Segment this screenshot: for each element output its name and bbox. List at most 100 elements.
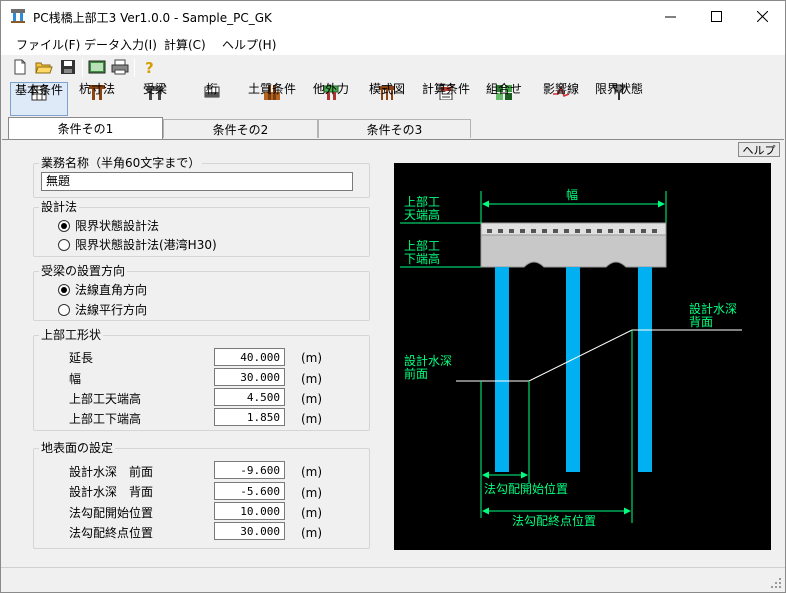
tool-label: 限界状態 bbox=[594, 82, 643, 96]
radio-limit-state[interactable]: 限界状態設計法 bbox=[58, 217, 159, 234]
diagram-back-label-2: 背面 bbox=[689, 315, 714, 329]
unit-label: (m) bbox=[301, 506, 323, 520]
length-input[interactable]: 40.000 bbox=[214, 348, 285, 366]
label-depth-front: 設計水深 前面 bbox=[69, 465, 154, 479]
save-icon[interactable] bbox=[59, 58, 77, 76]
help-button[interactable]: ヘルプ bbox=[738, 142, 780, 157]
tool-schematic[interactable]: 模式図 bbox=[365, 82, 409, 116]
tool-pile-size[interactable]: 杭寸法 bbox=[75, 82, 119, 116]
pile-middle bbox=[566, 267, 580, 472]
radio-indicator bbox=[58, 283, 70, 296]
tool-label: 受梁 bbox=[142, 82, 167, 96]
radio-label: 法線平行方向 bbox=[75, 303, 148, 317]
slope-end-input[interactable]: 30.000 bbox=[214, 522, 285, 540]
minimize-button[interactable] bbox=[647, 1, 693, 32]
tool-label: 模式図 bbox=[368, 82, 405, 96]
radio-normal-parallel[interactable]: 法線平行方向 bbox=[58, 301, 147, 318]
schematic-diagram: 幅 上部工 天端高 上部工 下端高 設計水深 前面 設計水深 背面 法勾配開始位… bbox=[394, 163, 771, 550]
standard-toolbar: ? bbox=[1, 55, 785, 81]
job-title-input[interactable]: 無題 bbox=[41, 172, 353, 191]
diagram-width-label: 幅 bbox=[566, 188, 579, 202]
slope-start-input[interactable]: 10.000 bbox=[214, 502, 285, 520]
label-length: 延長 bbox=[69, 351, 94, 365]
resize-grip-icon[interactable] bbox=[771, 578, 781, 588]
open-folder-icon[interactable] bbox=[35, 58, 53, 76]
tool-label: 他外力 bbox=[312, 82, 349, 96]
menu-bar: ファイル(F) データ入力(I) 計算(C) ヘルプ(H) bbox=[1, 32, 785, 55]
menu-data-input[interactable]: データ入力(I) bbox=[84, 36, 157, 53]
radio-label: 限界状態設計法 bbox=[75, 219, 160, 233]
width-input[interactable]: 30.000 bbox=[214, 368, 285, 386]
unit-label: (m) bbox=[301, 412, 323, 426]
tool-limit-state[interactable]: 限界状態 bbox=[591, 82, 647, 116]
tool-influence-line[interactable]: 影響線 bbox=[539, 82, 583, 116]
tool-label: 組合せ bbox=[485, 82, 522, 96]
app-window: PC桟橋上部工3 Ver1.0.0 - Sample_PC_GK ファイル(F)… bbox=[0, 0, 786, 593]
pile-back bbox=[638, 267, 652, 472]
condition-tabs: 条件その1 条件その2 条件その3 bbox=[1, 117, 785, 139]
tab-condition-3[interactable]: 条件その3 bbox=[318, 119, 471, 138]
radio-label: 限界状態設計法(港湾H30) bbox=[75, 238, 217, 252]
tool-label: 計算条件 bbox=[421, 82, 470, 96]
close-icon bbox=[756, 11, 768, 22]
depth-back-input[interactable]: -5.600 bbox=[214, 482, 285, 500]
radio-indicator bbox=[58, 219, 70, 232]
label-width: 幅 bbox=[69, 372, 82, 386]
maximize-button[interactable] bbox=[693, 1, 739, 32]
tab-condition-1[interactable]: 条件その1 bbox=[8, 117, 163, 139]
bottom-elevation-input[interactable]: 1.850 bbox=[214, 408, 285, 426]
group-title-shape: 上部工形状 bbox=[39, 328, 104, 342]
radio-label: 法線直角方向 bbox=[75, 283, 148, 297]
unit-label: (m) bbox=[301, 351, 323, 365]
title-bar: PC桟橋上部工3 Ver1.0.0 - Sample_PC_GK bbox=[1, 1, 785, 32]
tool-receiving-beam[interactable]: 受梁 bbox=[137, 82, 173, 116]
menu-help[interactable]: ヘルプ(H) bbox=[222, 36, 276, 53]
group-title-ground: 地表面の設定 bbox=[39, 441, 116, 455]
unit-label: (m) bbox=[301, 392, 323, 406]
help-question-icon[interactable]: ? bbox=[140, 58, 158, 76]
diagram-front-label-2: 前面 bbox=[404, 367, 429, 381]
radio-limit-state-port[interactable]: 限界状態設計法(港湾H30) bbox=[58, 236, 217, 253]
unit-label: (m) bbox=[301, 465, 323, 479]
tool-label: 桁 bbox=[205, 82, 218, 96]
radio-indicator bbox=[58, 303, 70, 316]
receiving-beam bbox=[480, 234, 667, 268]
preview-icon[interactable] bbox=[88, 58, 106, 76]
toolbar-separator bbox=[82, 59, 83, 77]
label-top-elevation: 上部工天端高 bbox=[69, 392, 142, 406]
label-depth-back: 設計水深 背面 bbox=[69, 485, 154, 499]
close-button[interactable] bbox=[739, 1, 785, 32]
toolbar-separator bbox=[134, 59, 135, 77]
menu-calc[interactable]: 計算(C) bbox=[164, 36, 206, 53]
tab-condition-2[interactable]: 条件その2 bbox=[163, 119, 318, 138]
unit-label: (m) bbox=[301, 372, 323, 386]
tool-combinations[interactable]: 組合せ bbox=[482, 82, 526, 116]
label-slope-start: 法勾配開始位置 bbox=[69, 506, 154, 520]
print-icon[interactable] bbox=[111, 58, 129, 76]
app-icon bbox=[11, 9, 25, 23]
tool-other-forces[interactable]: 他外力 bbox=[309, 82, 353, 116]
diagram-slope-start-label: 法勾配開始位置 bbox=[484, 482, 569, 496]
main-toolbar: 基本条件 杭寸法 受梁 桁 土質条件 他外力 模式図 計算条件 組合せ 影響線 … bbox=[1, 81, 785, 117]
label-slope-end: 法勾配終点位置 bbox=[69, 526, 154, 540]
status-bar bbox=[1, 567, 785, 592]
diagram-bottom-label-2: 下端高 bbox=[404, 252, 441, 266]
tool-basic-conditions[interactable]: 基本条件 bbox=[10, 82, 68, 116]
radio-indicator bbox=[58, 238, 70, 251]
diagram-top-label-2: 天端高 bbox=[404, 208, 441, 222]
tool-soil-conditions[interactable]: 土質条件 bbox=[244, 82, 300, 116]
unit-label: (m) bbox=[301, 486, 323, 500]
deck-slab bbox=[480, 222, 667, 236]
window-title: PC桟橋上部工3 Ver1.0.0 - Sample_PC_GK bbox=[33, 11, 272, 25]
unit-label: (m) bbox=[301, 526, 323, 540]
tool-girder[interactable]: 桁 bbox=[197, 82, 227, 116]
menu-file[interactable]: ファイル(F) bbox=[16, 36, 80, 53]
tool-calc-conditions[interactable]: 計算条件 bbox=[418, 82, 474, 116]
tool-label: 土質条件 bbox=[247, 82, 296, 96]
depth-front-input[interactable]: -9.600 bbox=[214, 461, 285, 479]
top-elevation-input[interactable]: 4.500 bbox=[214, 388, 285, 406]
radio-normal-perpendicular[interactable]: 法線直角方向 bbox=[58, 281, 147, 298]
minimize-icon bbox=[664, 16, 676, 18]
new-file-icon[interactable] bbox=[11, 58, 29, 76]
group-title-beam-direction: 受梁の設置方向 bbox=[39, 264, 128, 278]
